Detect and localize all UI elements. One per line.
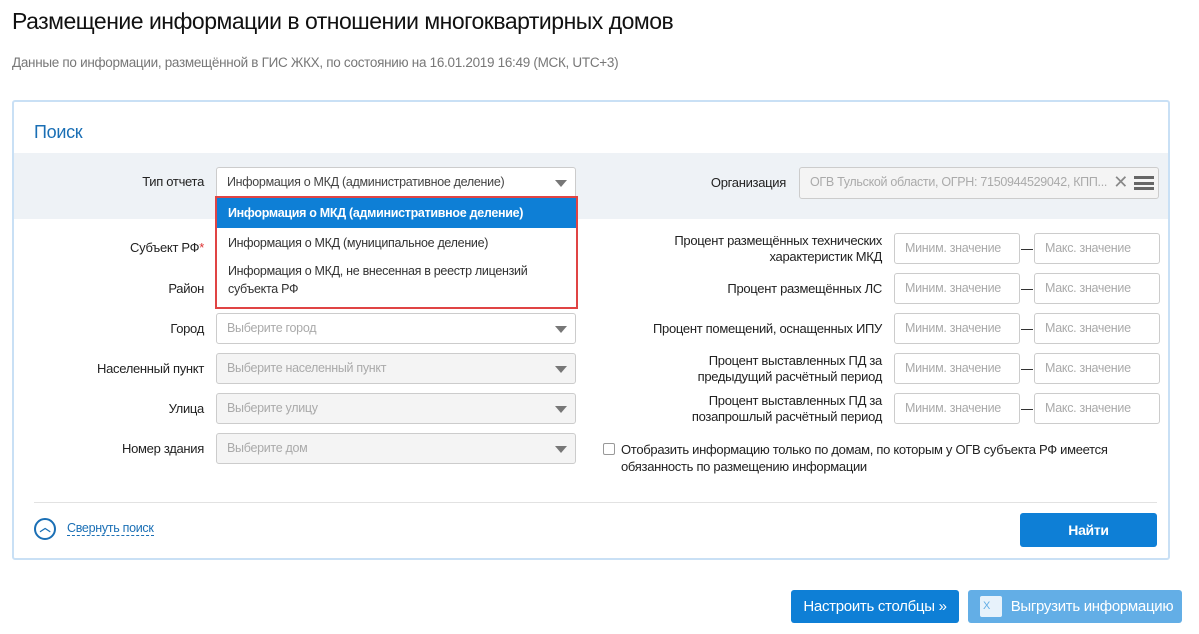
street-label: Улица — [168, 401, 205, 416]
range-dash — [1021, 329, 1033, 330]
chevron-down-icon — [555, 180, 567, 187]
range-label: Процент выставленных ПД за позапрошлый р… — [691, 393, 882, 424]
configure-columns-button[interactable]: Настроить столбцы » — [791, 590, 959, 623]
report-type-select[interactable]: Информация о МКД (административное делен… — [216, 167, 576, 198]
range-max-input[interactable]: Макс. значение — [1034, 273, 1160, 304]
building-label: Номер здания — [122, 441, 204, 456]
page-title: Размещение информации в отношении многок… — [12, 8, 674, 34]
chevron-down-icon — [555, 366, 567, 373]
page-subtitle: Данные по информации, размещённой в ГИС … — [12, 55, 619, 70]
range-min-input[interactable]: Миним. значение — [894, 393, 1020, 424]
range-max-input[interactable]: Макс. значение — [1034, 233, 1160, 264]
district-label: Район — [168, 281, 204, 296]
range-max-input[interactable]: Макс. значение — [1034, 313, 1160, 344]
organization-label: Организация — [710, 175, 786, 190]
range-label: Процент выставленных ПД за предыдущий ра… — [697, 353, 883, 384]
duties-checkbox[interactable] — [603, 443, 615, 455]
collapse-search-link[interactable]: Свернуть поиск — [67, 521, 154, 536]
report-type-value: Информация о МКД (административное делен… — [227, 175, 505, 189]
report-type-label: Тип отчета — [142, 174, 204, 189]
city-label: Город — [170, 321, 204, 336]
menu-icon[interactable] — [1134, 176, 1154, 190]
chevron-up-icon[interactable]: ︿ — [34, 518, 56, 540]
settlement-label: Населенный пункт — [96, 361, 204, 376]
range-min-input[interactable]: Миним. значение — [894, 313, 1020, 344]
chevron-down-icon — [555, 406, 567, 413]
range-max-input[interactable]: Макс. значение — [1034, 393, 1160, 424]
range-label: Процент размещённых технических характер… — [674, 233, 882, 264]
range-max-input[interactable]: Макс. значение — [1034, 353, 1160, 384]
organization-value: ОГВ Тульской области, ОГРН: 715094452904… — [810, 175, 1108, 189]
range-dash — [1021, 249, 1033, 250]
subject-label: Субъект РФ* — [130, 240, 204, 255]
dropdown-option[interactable]: Информация о МКД (административное делен… — [217, 198, 576, 228]
search-heading: Поиск — [34, 122, 83, 142]
dropdown-option[interactable]: Информация о МКД (муниципальное деление) — [217, 228, 576, 260]
range-min-input[interactable]: Миним. значение — [894, 273, 1020, 304]
clear-icon[interactable]: ✕ — [1113, 168, 1128, 197]
city-select[interactable]: Выберите город — [216, 313, 576, 344]
divider — [34, 502, 1157, 503]
chevron-down-icon — [555, 446, 567, 453]
export-button[interactable]: X Выгрузить информацию — [968, 590, 1182, 623]
building-select[interactable]: Выберите дом — [216, 433, 576, 464]
excel-icon: X — [980, 596, 1002, 617]
settlement-select[interactable]: Выберите населенный пункт — [216, 353, 576, 384]
find-button[interactable]: Найти — [1020, 513, 1157, 547]
range-min-input[interactable]: Миним. значение — [894, 353, 1020, 384]
street-select[interactable]: Выберите улицу — [216, 393, 576, 424]
range-dash — [1021, 369, 1033, 370]
range-label: Процент помещений, оснащенных ИПУ — [652, 321, 882, 336]
range-min-input[interactable]: Миним. значение — [894, 233, 1020, 264]
range-dash — [1021, 289, 1033, 290]
report-type-dropdown: Информация о МКД (административное делен… — [215, 196, 578, 309]
range-dash — [1021, 409, 1033, 410]
dropdown-option[interactable]: Информация о МКД, не внесенная в реестр … — [217, 260, 576, 298]
chevron-down-icon — [555, 326, 567, 333]
duties-checkbox-label: Отобразить информацию только по домам, п… — [621, 442, 1108, 474]
range-label: Процент размещённых ЛС — [727, 281, 882, 296]
double-chevron-down-icon: » — [938, 598, 947, 615]
organization-input[interactable]: ОГВ Тульской области, ОГРН: 715094452904… — [799, 167, 1159, 199]
